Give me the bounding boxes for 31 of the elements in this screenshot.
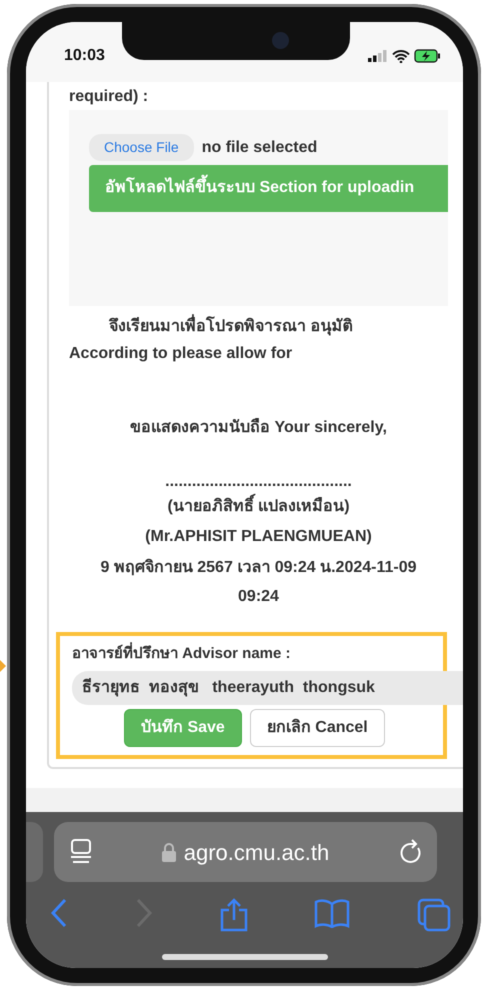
upload-button[interactable]: อัพโหลดไฟล์ขึ้นระบบ Section for uploadin: [89, 165, 448, 212]
signature-date: 9 พฤศจิกายน 2567 เวลา 09:24 น.2024-11-09 09:24: [99, 558, 418, 608]
battery-charging-icon: [414, 49, 441, 63]
status-time: 10:03: [64, 46, 105, 66]
signer-name-thai: (นายอภิสิทธิ์ แปลงเหมือน): [69, 494, 448, 520]
wifi-icon: [392, 50, 410, 62]
lock-icon: [162, 842, 176, 862]
save-button[interactable]: บันทึก Save: [124, 709, 242, 748]
cancel-button[interactable]: ยกเลิก Cancel: [250, 709, 385, 748]
address-bar[interactable]: agro.cmu.ac.th: [54, 822, 437, 882]
field-label: required) :: [69, 87, 150, 107]
url-text: agro.cmu.ac.th: [184, 838, 330, 867]
signoff-text: ขอแสดงความนับถือ Your sincerely,: [129, 417, 388, 438]
arrow-icon: [0, 660, 6, 672]
reader-icon[interactable]: [70, 839, 92, 865]
closing-text: จึงเรียนมาเพื่อโปรดพิจารณา อนุมัติ: [69, 314, 463, 341]
closing-text: According to please allow for: [69, 344, 294, 364]
tabs-icon[interactable]: [417, 898, 451, 932]
choose-file-button[interactable]: Choose File: [89, 134, 194, 162]
signer-name-english: (Mr.APHISIT PLAENGMUEAN): [144, 526, 373, 547]
share-icon[interactable]: [220, 898, 248, 932]
signal-icon: [368, 50, 388, 62]
advisor-name-field[interactable]: ธีรายุทธ ทองสุข theerayuth thongsuk: [72, 670, 463, 706]
advisor-label: อาจารย์ที่ปรึกษา Advisor name :: [72, 642, 443, 667]
tab-preview: [26, 822, 43, 882]
reload-icon[interactable]: [399, 839, 423, 865]
back-icon[interactable]: [50, 898, 68, 928]
signature-line: ..........................................: [164, 472, 353, 490]
camera-icon: [272, 32, 289, 49]
bookmarks-icon[interactable]: [314, 898, 350, 928]
file-status: no file selected: [202, 138, 318, 158]
